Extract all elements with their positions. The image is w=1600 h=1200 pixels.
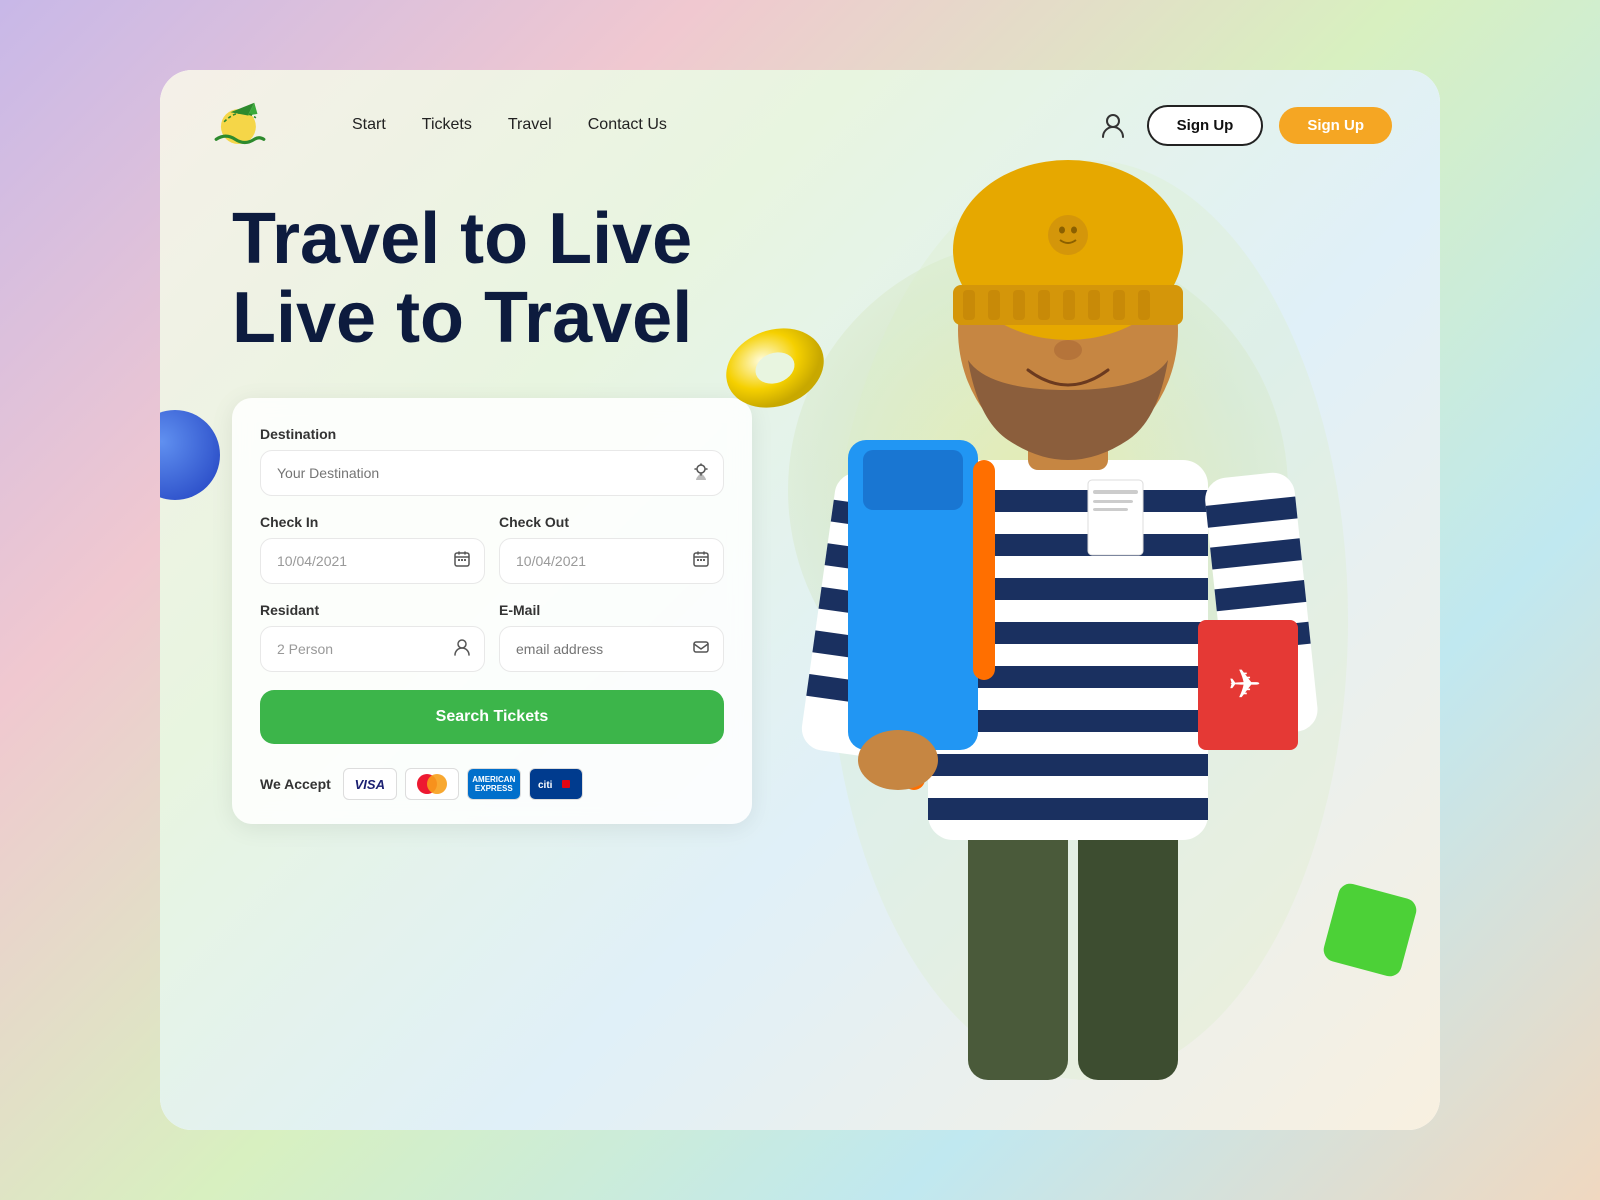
checkin-label: Check In <box>260 514 485 530</box>
signup-button-yellow[interactable]: Sign Up <box>1279 107 1392 144</box>
email-input[interactable] <box>499 626 724 672</box>
payment-section: We Accept VISA <box>260 768 724 800</box>
location-icon <box>692 462 710 485</box>
email-label: E-Mail <box>499 602 724 618</box>
checkin-wrapper <box>260 538 485 584</box>
payment-label: We Accept <box>260 776 331 792</box>
hero-title-line2: Live to Travel <box>232 278 692 358</box>
destination-wrapper <box>260 450 724 496</box>
hero-title-line1: Travel to Live <box>232 199 692 279</box>
search-tickets-button[interactable]: Search Tickets <box>260 690 724 744</box>
checkout-label: Check Out <box>499 514 724 530</box>
checkin-group: Check In <box>260 514 485 584</box>
svg-text:✈: ✈ <box>1228 663 1262 707</box>
resident-group: Residant <box>260 602 485 672</box>
visa-card: VISA <box>343 768 397 800</box>
nav-actions: Sign Up Sign Up <box>1095 105 1392 146</box>
checkout-wrapper <box>499 538 724 584</box>
donut-decoration <box>720 310 830 425</box>
calendar-icon-checkout <box>692 550 710 573</box>
resident-email-row: Residant E-Mail <box>260 602 724 672</box>
resident-wrapper <box>260 626 485 672</box>
hero-right: ✈ <box>812 180 1368 1080</box>
main-card: Start Tickets Travel Contact Us Sign Up … <box>160 70 1440 1130</box>
checkin-input[interactable] <box>260 538 485 584</box>
calendar-icon-checkin <box>453 550 471 573</box>
mastercard-card <box>405 768 459 800</box>
destination-input[interactable] <box>260 450 724 496</box>
email-group: E-Mail <box>499 602 724 672</box>
nav-links: Start Tickets Travel Contact Us <box>352 116 1055 134</box>
resident-input[interactable] <box>260 626 485 672</box>
person-icon <box>453 638 471 661</box>
payment-cards: VISA AMERICAN EXPRESS <box>343 768 583 800</box>
nav-contact[interactable]: Contact Us <box>588 116 667 134</box>
email-wrapper <box>499 626 724 672</box>
citi-card: citi <box>529 768 583 800</box>
destination-label: Destination <box>260 426 724 442</box>
navbar: Start Tickets Travel Contact Us Sign Up … <box>160 70 1440 180</box>
checkin-checkout-row: Check In <box>260 514 724 584</box>
nav-tickets[interactable]: Tickets <box>422 116 472 134</box>
booking-form: Destination <box>232 398 752 824</box>
amex-card: AMERICAN EXPRESS <box>467 768 521 800</box>
checkout-input[interactable] <box>499 538 724 584</box>
mail-icon <box>692 638 710 661</box>
nav-start[interactable]: Start <box>352 116 386 134</box>
logo[interactable] <box>208 98 272 152</box>
user-icon[interactable] <box>1095 107 1131 143</box>
nav-travel[interactable]: Travel <box>508 116 552 134</box>
visa-logo: VISA <box>355 777 385 792</box>
checkout-group: Check Out <box>499 514 724 584</box>
signup-button-outline[interactable]: Sign Up <box>1147 105 1264 146</box>
amex-logo: AMERICAN EXPRESS <box>468 775 520 794</box>
resident-label: Residant <box>260 602 485 618</box>
svg-text:citi: citi <box>538 780 553 791</box>
destination-group: Destination <box>260 426 724 496</box>
